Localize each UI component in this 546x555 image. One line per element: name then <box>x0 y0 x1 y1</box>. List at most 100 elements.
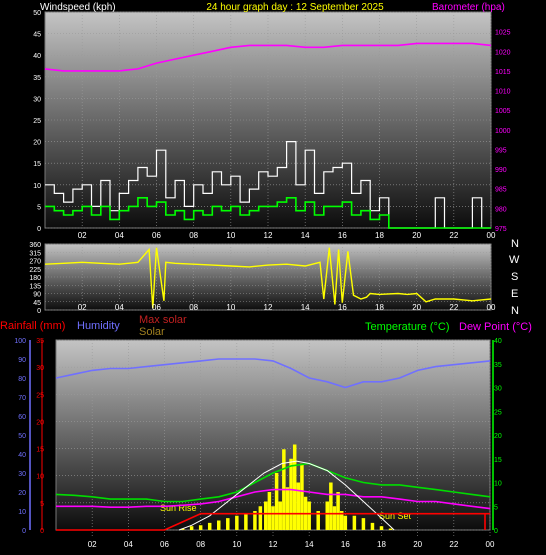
wind-panel-x-tick-label: 22 <box>449 231 458 240</box>
direction-panel-x-tick-label: 14 <box>301 303 310 312</box>
solar-bar <box>292 444 297 530</box>
wind-panel-x-tick-label: 06 <box>152 231 161 240</box>
direction-panel-x-tick-label: 08 <box>189 303 198 312</box>
compass-west: W <box>509 254 520 266</box>
wind-panel-x-tick-label: 02 <box>78 231 87 240</box>
direction-panel-y-tick-label: 135 <box>29 283 41 290</box>
direction-panel-y-tick-label: 45 <box>33 300 41 307</box>
rain-axis-y-tick-label: 15 <box>36 447 44 454</box>
humidity-axis-y-tick-label: 10 <box>18 509 26 516</box>
solar-bar <box>274 473 279 530</box>
solar-bar <box>300 463 304 530</box>
weather-graph: Windspeed (kph) 24 hour graph day : 12 S… <box>0 2 532 549</box>
direction-panel-x-tick-label: 16 <box>338 303 347 312</box>
temp-panel-x-tick-label: 20 <box>413 540 422 549</box>
wind-panel-left-y-tick-label: 45 <box>33 32 41 39</box>
direction-panel-x-tick-label: 00 <box>487 303 496 312</box>
direction-panel-x-tick-label: 06 <box>152 303 161 312</box>
temp-panel-x-tick-label: 04 <box>124 540 133 549</box>
temp-panel-x-tick-label: 14 <box>305 540 314 549</box>
wind-panel-right-y-tick-label: 975 <box>495 226 507 233</box>
wind-panel-left-y-tick-label: 5 <box>37 204 41 211</box>
wind-panel-right-y-tick-label: 1020 <box>495 49 511 56</box>
rain-axis-y-tick-label: 30 <box>36 365 44 372</box>
solar-bar <box>226 518 230 530</box>
temp-panel-x-tick-label: 08 <box>196 540 205 549</box>
solar-bar <box>267 492 272 530</box>
direction-panel-y-tick-label: 180 <box>29 275 41 282</box>
temp-axis-y-tick-label: 40 <box>494 338 502 345</box>
wind-panel-x-tick-label: 20 <box>412 231 421 240</box>
wind-panel-left-y-tick-label: 0 <box>37 226 41 233</box>
solar-bar <box>271 506 275 530</box>
solar-bar <box>332 506 337 530</box>
temp-axis-y-tick-label: 5 <box>494 504 498 511</box>
direction-panel-x-tick-label: 04 <box>115 303 124 312</box>
humidity-axis-y-tick-label: 70 <box>18 395 26 402</box>
solar-bar <box>264 501 268 530</box>
direction-panel-x-tick-label: 02 <box>78 303 87 312</box>
direction-panel-y-tick-label: 270 <box>29 259 41 266</box>
max-solar-label: Max solar <box>139 314 187 326</box>
solar-bar <box>343 515 348 530</box>
solar-bar <box>258 506 263 530</box>
humidity-axis-y-tick-label: 100 <box>14 338 26 345</box>
wind-panel-left-y-tick-label: 20 <box>33 140 41 147</box>
solar-bar <box>307 501 311 530</box>
solar-bar <box>289 458 293 530</box>
solar-bar <box>388 528 393 530</box>
solar-bar <box>336 492 340 530</box>
solar-bar <box>198 525 203 530</box>
direction-panel-x-tick-label: 20 <box>412 303 421 312</box>
temp-panel-x-tick-label: 10 <box>232 540 241 549</box>
solar-label: Solar <box>139 326 165 338</box>
solar-bar <box>379 526 384 530</box>
wind-panel-right-y-tick-label: 1000 <box>495 128 511 135</box>
direction-panel-x-tick-label: 22 <box>449 303 458 312</box>
solar-bar <box>207 522 212 530</box>
humidity-label: Humidity <box>77 320 120 332</box>
solar-bar <box>329 482 333 530</box>
compass-south: S <box>511 271 518 283</box>
solar-bar <box>285 487 290 530</box>
temp-axis-y-tick-label: 20 <box>494 433 502 440</box>
compass-east: E <box>511 288 518 300</box>
wind-panel-x-tick-label: 10 <box>226 231 235 240</box>
wind-panel-left-y-tick-label: 50 <box>33 10 41 17</box>
direction-panel-y-tick-label: 90 <box>33 292 41 299</box>
humidity-axis-y-tick-label: 90 <box>18 357 26 364</box>
humidity-axis-y-tick-label: 80 <box>18 376 26 383</box>
rain-axis-y-tick-label: 35 <box>36 338 44 345</box>
temp-axis-y-tick-label: 10 <box>494 481 502 488</box>
solar-bar <box>244 513 248 530</box>
temp-panel-x-tick-label: 06 <box>160 540 169 549</box>
temp-panel-x-tick-label: 00 <box>486 540 495 549</box>
wind-panel-right-y-tick-label: 980 <box>495 206 507 213</box>
direction-panel-x-tick-label: 18 <box>375 303 384 312</box>
temp-axis-y-tick-label: 15 <box>494 457 502 464</box>
wind-panel-x-tick-label: 16 <box>338 231 347 240</box>
direction-panel-y-tick-label: 0 <box>37 308 41 315</box>
solar-bar <box>235 515 239 530</box>
solar-bar <box>217 520 221 530</box>
temp-axis-y-tick-label: 35 <box>494 362 502 369</box>
wind-panel-left-y-tick-label: 30 <box>33 96 41 103</box>
temp-panel-x-tick-label: 12 <box>269 540 278 549</box>
direction-panel-x-tick-label: 10 <box>226 303 235 312</box>
solar-bar <box>361 518 366 530</box>
temp-axis-y-tick-label: 30 <box>494 386 502 393</box>
direction-panel-y-tick-label: 360 <box>29 242 41 249</box>
wind-panel-right-y-tick-label: 995 <box>495 147 507 154</box>
humidity-axis-y-tick-label: 40 <box>18 452 26 459</box>
solar-bar <box>352 515 357 530</box>
compass-north-top: N <box>511 238 519 250</box>
temp-panel-x-tick-label: 16 <box>341 540 350 549</box>
humidity-axis-y-tick-label: 30 <box>18 471 26 478</box>
humidity-axis-y-tick-label: 60 <box>18 414 26 421</box>
temp-axis-y-tick-label: 25 <box>494 409 502 416</box>
humidity-axis-y-tick-label: 20 <box>18 490 26 497</box>
temp-panel-x-tick-label: 02 <box>88 540 97 549</box>
wind-panel-right-y-tick-label: 990 <box>495 167 507 174</box>
wind-panel-x-tick-label: 14 <box>301 231 310 240</box>
wind-panel-left-y-tick-label: 10 <box>33 183 41 190</box>
